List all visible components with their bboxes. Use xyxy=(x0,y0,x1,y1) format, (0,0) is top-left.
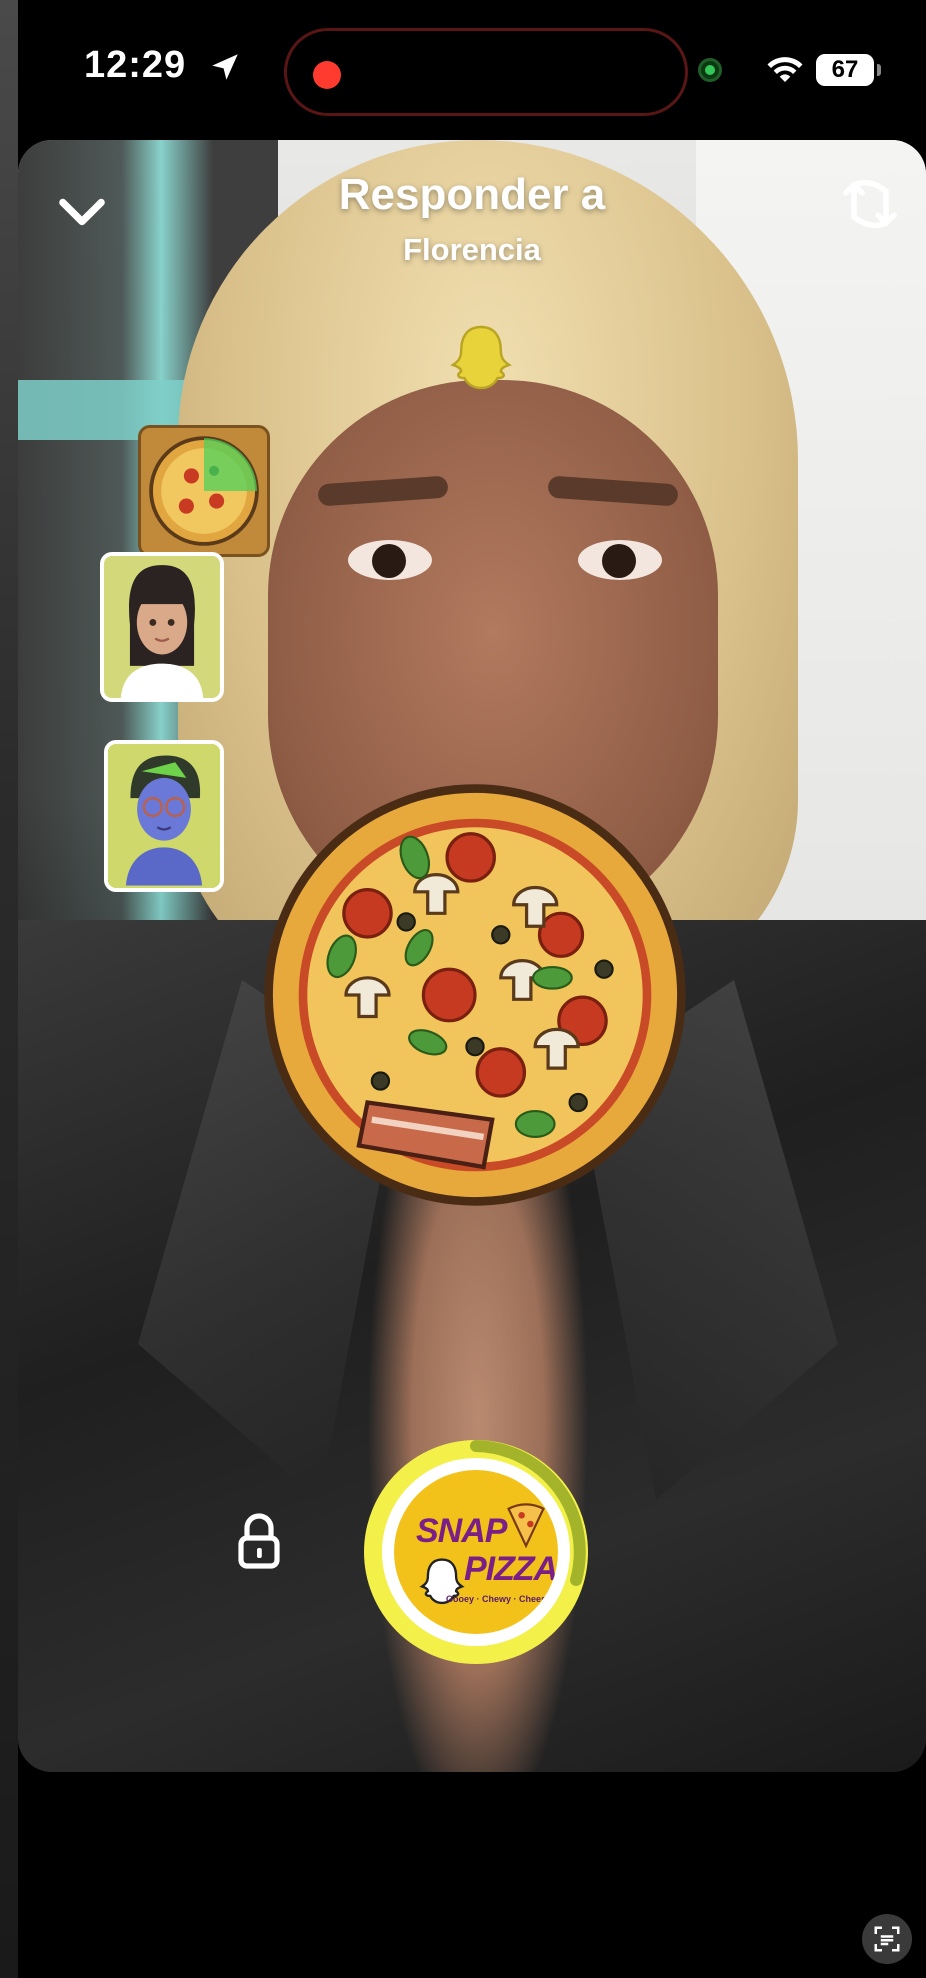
logo-text-snap: SNAP xyxy=(416,1512,507,1550)
recording-dot-icon xyxy=(313,61,341,89)
bitmoji-avatar-icon xyxy=(104,556,220,698)
status-bar: 12:29 67 xyxy=(18,0,926,140)
pizza-filter-overlay xyxy=(264,784,686,1206)
logo-tagline: Gooey · Chewy · Cheesy xyxy=(446,1594,552,1604)
flip-camera-icon[interactable] xyxy=(838,172,902,236)
reply-recipient: Florencia xyxy=(403,232,541,267)
reply-title: Responder a xyxy=(338,170,606,219)
lock-icon[interactable] xyxy=(234,1512,284,1572)
logo-text-pizza: PIZZA xyxy=(464,1550,558,1588)
lens-item-avatar-1[interactable] xyxy=(100,552,224,702)
dynamic-island xyxy=(284,28,688,116)
camera-viewfinder[interactable]: Responder a Florencia SNAP PIZZA Gooey ·… xyxy=(18,140,926,1772)
subject-eye-left xyxy=(348,540,432,580)
pizza-slice-icon xyxy=(507,1503,545,1548)
text-scan-icon xyxy=(874,1926,900,1952)
location-arrow-icon xyxy=(212,54,238,80)
pizza-lens-icon xyxy=(149,436,259,546)
subject-eye-right xyxy=(578,540,662,580)
lens-item-avatar-2[interactable] xyxy=(104,740,224,892)
lens-item-pizza[interactable] xyxy=(138,425,270,557)
ghost-icon xyxy=(450,325,512,390)
battery-indicator: 67 xyxy=(816,54,881,86)
bitmoji-avatar-icon xyxy=(108,746,220,886)
status-time: 12:29 xyxy=(84,44,187,86)
capture-button[interactable]: SNAP PIZZA Gooey · Chewy · Cheesy xyxy=(364,1440,588,1664)
live-text-scan-button[interactable] xyxy=(862,1914,912,1964)
camera-top-bar: Responder a Florencia xyxy=(18,140,926,300)
wifi-icon xyxy=(767,57,803,82)
window-edge xyxy=(0,0,18,1978)
camera-indicator-icon xyxy=(698,58,722,82)
snap-pizza-logo: SNAP PIZZA Gooey · Chewy · Cheesy xyxy=(394,1470,558,1634)
